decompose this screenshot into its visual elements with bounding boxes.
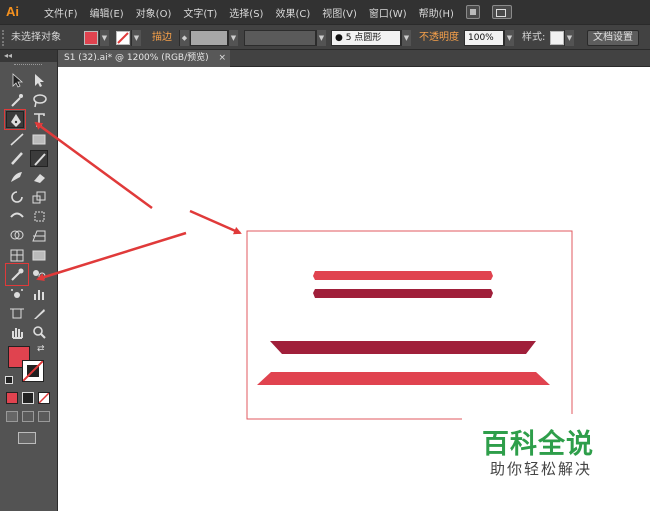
rectangle-tool-icon[interactable] [30, 131, 48, 148]
menu-effect[interactable]: 效果(C) [275, 5, 310, 20]
eyedropper-tool-highlight [5, 263, 29, 286]
zoom-tool-icon[interactable] [30, 324, 48, 341]
screen-mode-button[interactable] [18, 432, 36, 444]
brush-definition-field[interactable]: ● 5 点圆形 [331, 30, 401, 46]
opacity-field[interactable]: 100% [464, 30, 504, 46]
watermark-title: 百科全说 [482, 429, 594, 460]
tools-panel: ◂◂ ⇄ [0, 50, 58, 511]
opacity-dropdown[interactable]: ▼ [504, 30, 514, 46]
menu-help[interactable]: 帮助(H) [419, 5, 454, 20]
menu-bar: Ai 文件(F) 编辑(E) 对象(O) 文字(T) 选择(S) 效果(C) 视… [0, 0, 650, 24]
app-logo: Ai [6, 4, 19, 19]
selection-tool-icon[interactable] [8, 72, 26, 89]
close-tab-icon[interactable]: × [218, 50, 226, 67]
brush-definition-dropdown[interactable]: ▼ [401, 30, 411, 46]
bridge-button[interactable] [465, 5, 480, 19]
symbol-sprayer-tool-icon[interactable] [8, 286, 26, 303]
paintbrush-tool-icon[interactable] [8, 150, 26, 167]
free-transform-tool-icon[interactable] [30, 208, 48, 225]
color-mode-button[interactable] [6, 392, 18, 404]
mesh-tool-icon[interactable] [8, 247, 26, 264]
document-tab-title: S1 (32).ai* @ 1200% (RGB/预览) [64, 53, 209, 63]
stroke-weight-spinner[interactable]: ◆ [179, 30, 189, 46]
type-tool-icon[interactable] [30, 111, 48, 128]
arrange-documents-button[interactable] [491, 5, 512, 19]
tools-panel-grip[interactable] [14, 64, 42, 66]
menu-object[interactable]: 对象(O) [136, 5, 172, 20]
slice-tool-icon[interactable] [30, 305, 48, 322]
menu-file[interactable]: 文件(F) [44, 5, 78, 20]
artboard-tool-icon[interactable] [8, 305, 26, 322]
blob-brush-tool-icon[interactable] [8, 169, 26, 186]
top-bar-upper[interactable] [313, 271, 493, 280]
graphic-style-dropdown[interactable]: ▼ [564, 30, 574, 46]
stroke-color-box[interactable] [22, 360, 44, 382]
stroke-swatch[interactable] [116, 31, 130, 45]
watermark-subtitle: 助你轻松解决 [490, 460, 593, 478]
stroke-weight-field[interactable] [190, 30, 228, 46]
menu-type[interactable]: 文字(T) [183, 5, 217, 20]
draw-inside-button[interactable] [38, 411, 50, 422]
pencil-tool-icon[interactable] [30, 150, 48, 167]
magic-wand-tool-icon[interactable] [8, 92, 26, 109]
middle-bar[interactable] [270, 341, 536, 354]
rotate-tool-icon[interactable] [8, 189, 26, 206]
width-tool-icon[interactable] [8, 208, 26, 225]
graphic-style-swatch[interactable] [550, 31, 564, 45]
column-graph-tool-icon[interactable] [30, 286, 48, 303]
bottom-bar[interactable] [257, 372, 550, 385]
control-bar-grip[interactable] [2, 30, 8, 46]
brush-definition-label: 5 点圆形 [345, 33, 382, 43]
menu-list: 文件(F) 编辑(E) 对象(O) 文字(T) 选择(S) 效果(C) 视图(V… [32, 5, 454, 20]
fill-dropdown[interactable]: ▼ [99, 30, 109, 46]
gradient-mode-button[interactable] [22, 392, 34, 404]
shape-builder-tool-icon[interactable] [8, 227, 26, 244]
document-tab[interactable]: S1 (32).ai* @ 1200% (RGB/预览) × [58, 50, 230, 67]
blend-tool-icon[interactable] [30, 266, 48, 283]
no-color-icon [38, 392, 50, 404]
menu-window[interactable]: 窗口(W) [369, 5, 407, 20]
none-mode-button[interactable] [38, 392, 50, 404]
hand-tool-icon[interactable] [8, 324, 26, 341]
variable-width-dropdown[interactable]: ▼ [316, 30, 326, 46]
swap-fill-stroke-icon[interactable]: ⇄ [37, 344, 45, 354]
draw-normal-button[interactable] [6, 411, 18, 422]
line-tool-icon[interactable] [8, 131, 26, 148]
selection-bounding-box [246, 230, 573, 420]
stroke-dropdown[interactable]: ▼ [131, 30, 141, 46]
fill-swatch[interactable] [84, 31, 98, 45]
document-tab-bar: S1 (32).ai* @ 1200% (RGB/预览) × [58, 50, 650, 67]
scale-tool-icon[interactable] [30, 189, 48, 206]
control-bar: 未选择对象 ▼ ▼ 描边 ◆ ▼ ▼ ● 5 点圆形 ▼ 不透明度 100% ▼… [0, 24, 650, 50]
perspective-grid-tool-icon[interactable] [30, 227, 48, 244]
pen-tool-highlight [4, 109, 26, 130]
menu-view[interactable]: 视图(V) [322, 5, 357, 20]
stroke-weight-dropdown[interactable]: ▼ [228, 30, 238, 46]
draw-behind-button[interactable] [22, 411, 34, 422]
watermark: 百科全说 助你轻松解决 [462, 414, 650, 511]
document-setup-button[interactable]: 文档设置 [587, 30, 639, 46]
menu-select[interactable]: 选择(S) [229, 5, 263, 20]
variable-width-profile[interactable] [244, 30, 316, 46]
direct-selection-tool-icon[interactable] [30, 72, 48, 89]
style-label: 样式: [522, 32, 546, 43]
top-bar-lower[interactable] [313, 289, 493, 298]
selection-status: 未选择对象 [11, 32, 61, 43]
tools-panel-header[interactable]: ◂◂ [0, 50, 57, 62]
no-stroke-icon [22, 360, 44, 382]
lasso-tool-icon[interactable] [30, 92, 48, 109]
stroke-label[interactable]: 描边 [152, 30, 172, 46]
opacity-label[interactable]: 不透明度 [419, 30, 459, 46]
gradient-tool-icon[interactable] [30, 247, 48, 264]
eraser-tool-icon[interactable] [30, 169, 48, 186]
menu-edit[interactable]: 编辑(E) [90, 5, 124, 20]
default-colors-icon[interactable] [5, 376, 13, 384]
no-stroke-icon [117, 32, 129, 44]
